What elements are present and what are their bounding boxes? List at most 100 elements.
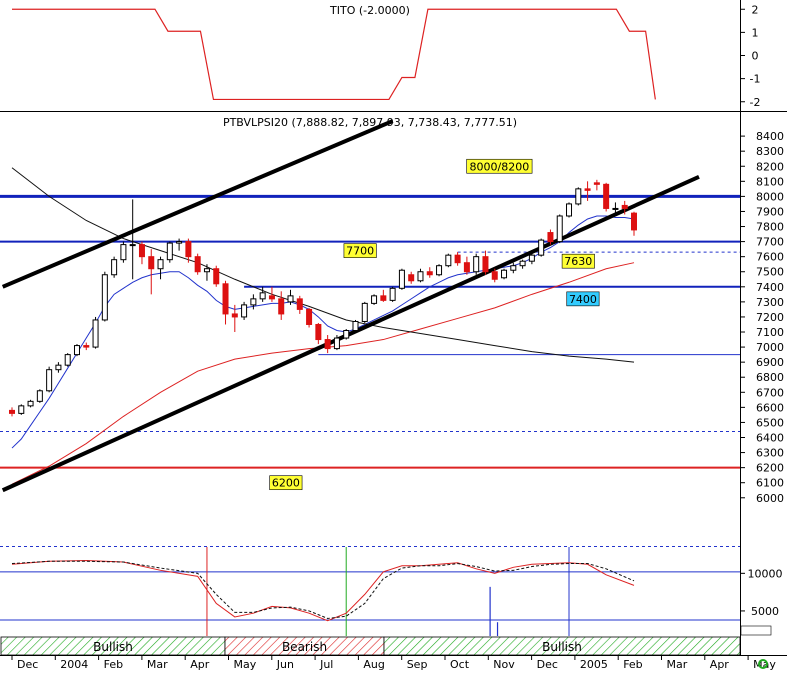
candle (417, 271, 424, 282)
candle (380, 295, 387, 301)
candle (473, 256, 480, 273)
bullish-label: Bullish (542, 640, 582, 654)
main-title: PTBVLPSI20 (7,888.82, 7,897.93, 7,738.43… (223, 116, 517, 129)
price-tick-label: 7700 (756, 236, 784, 249)
candle (556, 215, 563, 243)
candle (408, 274, 415, 282)
candle (352, 320, 359, 332)
month-label: Mar (147, 658, 168, 671)
month-label: Feb (623, 658, 642, 671)
price-tick-label: 8200 (756, 160, 784, 173)
candle (371, 295, 378, 304)
candle (398, 269, 405, 289)
candle (278, 298, 285, 315)
month-label: Aug (363, 658, 384, 671)
month-label: Nov (493, 658, 515, 671)
candle (250, 298, 257, 306)
price-tick-label: 7400 (756, 281, 784, 294)
candle (241, 304, 248, 318)
candle (111, 259, 118, 276)
candle (18, 405, 25, 414)
candle (315, 323, 322, 341)
month-label: Feb (104, 658, 123, 671)
candle (194, 256, 201, 273)
candle (343, 330, 350, 339)
tito-tick-label: -2 (750, 96, 761, 109)
candle (389, 287, 396, 301)
month-label: Jul (319, 658, 333, 671)
candle (603, 183, 610, 209)
candle (482, 256, 489, 273)
candle (138, 244, 145, 258)
candle (129, 244, 136, 247)
tito-tick-label: 0 (752, 50, 759, 63)
month-label: Oct (450, 658, 470, 671)
price-tick-label: 6300 (756, 447, 784, 460)
candle (231, 313, 238, 318)
price-tick-label: 7300 (756, 296, 784, 309)
tito-tick-label: 1 (752, 26, 759, 39)
candle (593, 182, 600, 185)
candle (120, 244, 127, 261)
candle (176, 241, 183, 244)
month-label: May (234, 658, 257, 671)
osc-tick-label: 10000 (748, 567, 783, 580)
candle (92, 319, 99, 348)
candle (185, 241, 192, 258)
tito-title: TITO (-2.0000) (329, 4, 410, 17)
candle (27, 400, 34, 407)
month-label: Apr (190, 658, 210, 671)
candle (463, 262, 470, 273)
month-label: Jun (276, 658, 294, 671)
price-tick-label: 8000 (756, 190, 784, 203)
candle (157, 259, 164, 270)
candle (547, 232, 554, 243)
axis-marker-box (740, 625, 772, 636)
price-tick-label: 7000 (756, 341, 784, 354)
level-tag-label: 7630 (564, 255, 592, 268)
candle (501, 269, 508, 279)
price-tick-label: 7200 (756, 311, 784, 324)
candle (9, 409, 15, 414)
candle (454, 254, 461, 264)
candle (566, 203, 573, 217)
price-tick-label: 6700 (756, 386, 784, 399)
candle (436, 265, 443, 276)
tito-tick-label: 2 (752, 3, 759, 16)
candle (203, 268, 210, 273)
price-tick-label: 6900 (756, 356, 784, 369)
month-label: 2005 (580, 658, 608, 671)
candle (36, 390, 43, 402)
osc-tick-label: 5000 (751, 605, 779, 618)
level-tag-label: 7400 (569, 293, 597, 306)
price-tick-label: 6200 (756, 462, 784, 475)
candle (510, 265, 517, 271)
month-label: Dec (537, 658, 558, 671)
candle (64, 354, 71, 366)
price-tick-label: 6100 (756, 477, 784, 490)
candle (73, 345, 80, 356)
candle (259, 292, 266, 300)
candle (538, 239, 545, 256)
price-tick-label: 6800 (756, 371, 784, 384)
month-label: Mar (667, 658, 688, 671)
candle (612, 207, 619, 210)
price-tick-label: 7900 (756, 205, 784, 218)
candle (166, 242, 173, 261)
level-tag-label: 6200 (272, 477, 300, 490)
candle (333, 337, 340, 350)
price-tick-label: 6000 (756, 492, 784, 505)
candle (519, 260, 526, 267)
price-tick-label: 6400 (756, 432, 784, 445)
tito-tick-label: -1 (750, 73, 761, 86)
candle (584, 188, 591, 191)
level-tag-label: 7700 (346, 245, 374, 258)
candle (213, 268, 220, 285)
month-label: Dec (17, 658, 38, 671)
price-tick-label: 6600 (756, 401, 784, 414)
stock-chart: 8000/8200 7700 7630 7400 6200 Bullish Bearish… (0, 0, 787, 673)
level-tag-label: 8000/8200 (470, 160, 530, 173)
month-label: Sep (407, 658, 428, 671)
candle (575, 188, 582, 205)
month-label: Apr (710, 658, 730, 671)
